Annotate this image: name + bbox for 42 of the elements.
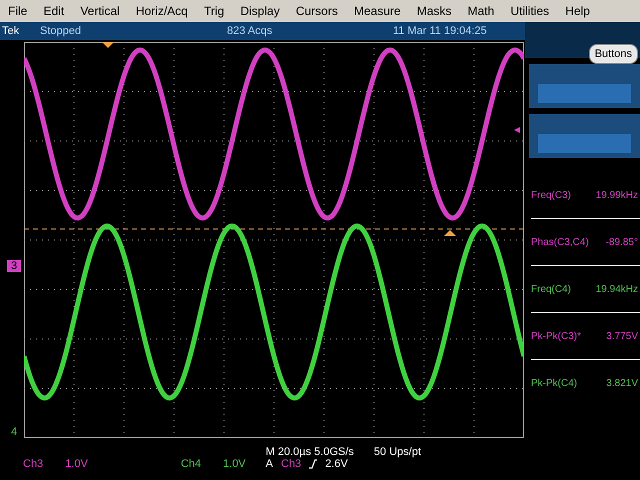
timebase-readout: M 20.0µs 5.0GS/s (266, 446, 354, 458)
trigger-position-marker[interactable] (102, 42, 114, 48)
menu-item[interactable]: Trig (204, 4, 224, 18)
brand-label: Tek (1, 25, 20, 37)
resolution-readout: 50 Ups/pt (374, 446, 422, 458)
trigger-mode: A (266, 458, 273, 470)
menu-item[interactable]: File (8, 4, 28, 18)
menu-item[interactable]: Math (468, 4, 494, 18)
menu-item[interactable]: Utilities (510, 4, 550, 18)
trigger-marker[interactable] (444, 230, 456, 236)
menu-item[interactable]: Measure (354, 4, 401, 18)
channel-scale: 1.0V (65, 458, 88, 470)
measurement-name: Phas(C3,C4) (531, 236, 589, 248)
menu-item[interactable]: Vertical (80, 4, 120, 18)
channel-scale: 1.0V (223, 458, 246, 470)
channel-name: Ch4 (180, 458, 202, 470)
channel-marker[interactable]: 4 (7, 426, 22, 438)
menu-item[interactable]: Masks (416, 4, 452, 18)
channel-name: Ch3 (23, 458, 44, 470)
trigger-source: Ch3 (281, 458, 302, 470)
acquisition-state: Stopped (40, 25, 82, 37)
menu-item[interactable]: Edit (43, 4, 64, 18)
measurement-value: 3.821V (606, 378, 638, 388)
measurement-name: Pk-Pk(C4) (531, 378, 578, 388)
buttons-button[interactable]: Buttons (588, 44, 638, 64)
measurement-value: 3.775V (606, 330, 638, 342)
measurement-name: Freq(C4) (531, 284, 572, 294)
acquisition-count: 823 Acqs (227, 25, 274, 37)
menu-item[interactable]: Help (565, 4, 590, 18)
date-time: 11 Mar 11 19:04:25 (393, 25, 487, 37)
measurement-name: Pk-Pk(C3)* (531, 330, 582, 342)
measurement-name: Freq(C3) (531, 190, 572, 200)
trigger-level: 2.6V (325, 458, 348, 470)
channel-marker[interactable]: 3 (7, 260, 22, 272)
rising-edge-icon (309, 459, 318, 469)
menu-item[interactable]: Horiz/Acq (136, 4, 188, 18)
measurement-value: -89.85° (606, 236, 638, 248)
menu-item[interactable]: Cursors (296, 4, 338, 18)
measurement-value: 19.94kHz (596, 284, 638, 294)
level-marker[interactable] (514, 127, 520, 133)
measurement-value: 19.99kHz (596, 190, 638, 200)
menu-item[interactable]: Display (240, 4, 280, 18)
